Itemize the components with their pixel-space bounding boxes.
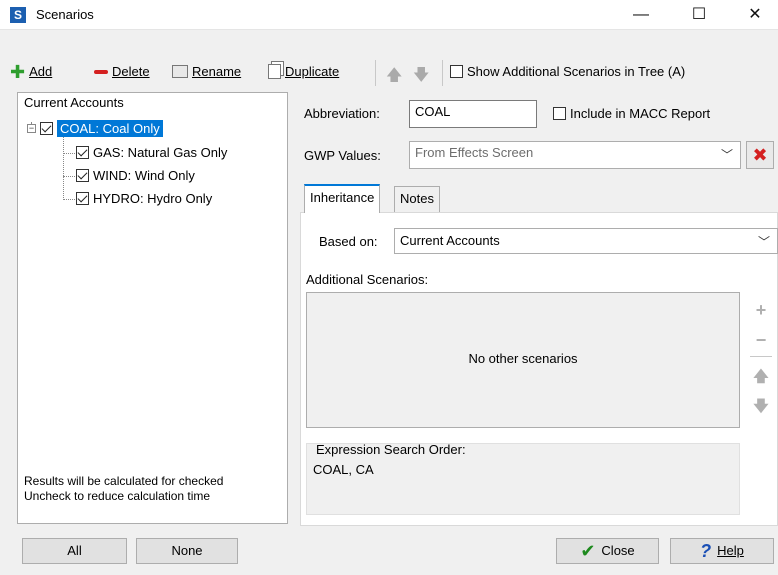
tree-item-hydro[interactable]: HYDRO: Hydro Only: [76, 191, 212, 206]
add-button[interactable]: ✚ Add: [10, 61, 53, 82]
empty-list-text: No other scenarios: [468, 351, 578, 366]
toolbar-separator: [442, 60, 443, 86]
side-separator: [750, 356, 772, 357]
expression-search-label: Expression Search Order:: [316, 442, 466, 457]
tree-connector: [63, 136, 64, 200]
based-on-value: Current Accounts: [400, 233, 500, 248]
checkbox-icon[interactable]: [76, 192, 89, 205]
tab-inheritance[interactable]: Inheritance: [304, 184, 381, 213]
move-down-icon[interactable]: 🡇: [752, 396, 770, 421]
collapse-icon[interactable]: −: [27, 124, 36, 133]
duplicate-button[interactable]: Duplicate: [268, 64, 339, 79]
gwp-label: GWP Values:: [304, 148, 381, 163]
based-on-label: Based on:: [319, 234, 378, 249]
gwp-value: From Effects Screen: [415, 145, 534, 160]
none-button[interactable]: None: [136, 538, 238, 564]
gwp-select[interactable]: From Effects Screen ﹀: [409, 141, 741, 169]
help-icon: ?: [700, 541, 712, 561]
note-line-1: Results will be calculated for checked: [24, 474, 224, 488]
rename-button[interactable]: Rename: [172, 64, 241, 79]
tab-notes[interactable]: Notes: [394, 186, 440, 212]
plus-icon[interactable]: +: [752, 300, 770, 321]
note-line-2: Uncheck to reduce calculation time: [24, 489, 211, 503]
window-title: Scenarios: [36, 7, 94, 22]
tree-root-label[interactable]: Current Accounts: [24, 95, 124, 110]
move-down-icon[interactable]: 🡇: [413, 64, 429, 91]
close-window-button[interactable]: ✕: [732, 0, 778, 30]
chevron-down-icon: ﹀: [757, 235, 770, 249]
include-macc-label: Include in MACC Report: [570, 106, 711, 121]
calculation-note: Results will be calculated for checked U…: [24, 474, 223, 504]
tree-item-gas[interactable]: GAS: Natural Gas Only: [76, 145, 227, 160]
additional-scenarios-label: Additional Scenarios:: [306, 272, 429, 287]
add-label: Add: [29, 64, 53, 79]
tree-connector: [63, 176, 75, 177]
tree-item-label: WIND: Wind Only: [93, 168, 195, 183]
show-additional-checkbox[interactable]: Show Additional Scenarios in Tree (A): [450, 64, 685, 79]
help-label: Help: [717, 543, 744, 558]
close-button[interactable]: ✔ Close: [556, 538, 659, 564]
tree-item-coal[interactable]: − COAL: Coal Only: [27, 120, 163, 137]
clear-gwp-button[interactable]: ✖: [746, 141, 774, 169]
chevron-down-icon: ﹀: [720, 148, 733, 162]
duplicate-icon: [268, 64, 281, 79]
duplicate-label: Duplicate: [285, 64, 340, 79]
additional-scenarios-list[interactable]: No other scenarios: [306, 292, 740, 428]
checkbox-icon: [450, 65, 463, 78]
abbreviation-input[interactable]: COAL: [409, 100, 537, 128]
tree-connector: [63, 153, 75, 154]
help-button[interactable]: ? Help: [670, 538, 774, 564]
minus-icon[interactable]: −: [752, 330, 770, 351]
tree-item-wind[interactable]: WIND: Wind Only: [76, 168, 195, 183]
delete-label: Delete: [112, 64, 150, 79]
all-button[interactable]: All: [22, 538, 127, 564]
checkmark-icon: ✔: [580, 541, 596, 561]
abbreviation-label: Abbreviation:: [304, 106, 380, 121]
checkbox-icon: [553, 107, 566, 120]
minimize-button[interactable]: —: [618, 0, 664, 30]
tree-item-label: GAS: Natural Gas Only: [93, 145, 228, 160]
checkbox-icon[interactable]: [76, 169, 89, 182]
maximize-button[interactable]: ☐: [676, 0, 722, 30]
expression-search-value: COAL, CA: [313, 462, 374, 477]
plus-icon: ✚: [10, 61, 26, 82]
include-macc-checkbox[interactable]: Include in MACC Report: [553, 106, 710, 121]
rename-icon: [172, 65, 188, 78]
tree-item-label: COAL: Coal Only: [57, 120, 163, 137]
rename-label: Rename: [192, 64, 242, 79]
tree-item-label: HYDRO: Hydro Only: [93, 191, 213, 206]
show-additional-label: Show Additional Scenarios in Tree (A): [467, 64, 686, 79]
close-label: Close: [601, 543, 635, 558]
tree-connector: [63, 199, 75, 200]
checkbox-icon[interactable]: [76, 146, 89, 159]
based-on-select[interactable]: Current Accounts ﹀: [394, 228, 778, 254]
delete-button[interactable]: Delete: [94, 64, 150, 79]
move-up-icon[interactable]: 🡅: [386, 64, 402, 91]
move-up-icon[interactable]: 🡅: [752, 366, 770, 391]
minus-icon: [94, 69, 108, 74]
app-icon: S: [10, 7, 26, 23]
toolbar-separator: [375, 60, 376, 86]
checkbox-icon[interactable]: [40, 122, 53, 135]
